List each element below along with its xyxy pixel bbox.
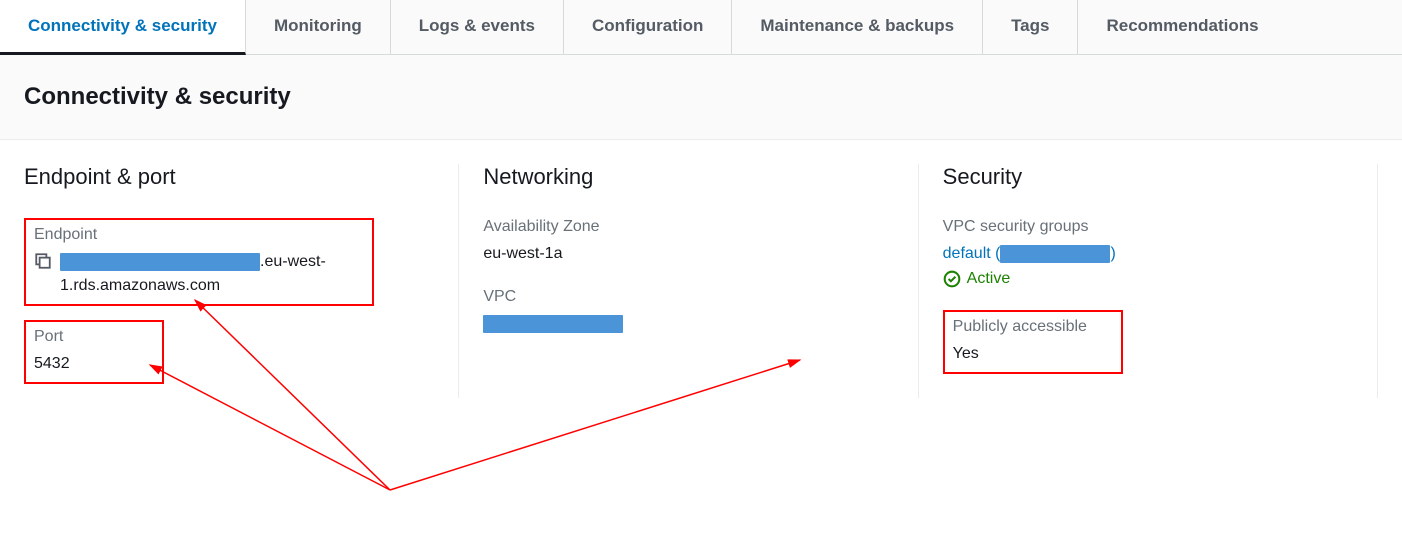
label-publicly-accessible: Publicly accessible xyxy=(953,318,1113,336)
tab-connectivity-security[interactable]: Connectivity & security xyxy=(0,0,246,55)
page-title: Connectivity & security xyxy=(24,83,1378,111)
endpoint-text: .eu-west-1.rds.amazonaws.com xyxy=(60,250,364,298)
column-security: Security VPC security groups default () … xyxy=(919,164,1378,398)
security-group-link[interactable]: default () xyxy=(943,245,1116,262)
label-az: Availability Zone xyxy=(483,218,893,236)
tab-tags[interactable]: Tags xyxy=(983,0,1078,54)
value-endpoint: .eu-west-1.rds.amazonaws.com xyxy=(34,250,364,298)
tab-bar: Connectivity & security Monitoring Logs … xyxy=(0,0,1402,55)
value-vpc xyxy=(483,312,893,336)
highlight-publicly-accessible: Publicly accessible Yes xyxy=(943,310,1123,374)
redacted-sg-id xyxy=(1000,245,1110,263)
value-publicly-accessible: Yes xyxy=(953,342,1113,366)
label-security-groups: VPC security groups xyxy=(943,218,1353,236)
tab-configuration[interactable]: Configuration xyxy=(564,0,732,54)
value-port: 5432 xyxy=(34,352,154,376)
security-group-status: Active xyxy=(943,270,1353,288)
highlight-port: Port 5432 xyxy=(24,320,164,384)
highlight-endpoint: Endpoint .eu-west-1.rds.amazonaws.com xyxy=(24,218,374,306)
tab-monitoring[interactable]: Monitoring xyxy=(246,0,391,54)
heading-networking: Networking xyxy=(483,164,893,190)
page-title-bar: Connectivity & security xyxy=(0,55,1402,140)
details-columns: Endpoint & port Endpoint .eu-west-1.rds.… xyxy=(0,140,1402,422)
tab-maintenance-backups[interactable]: Maintenance & backups xyxy=(732,0,983,54)
status-active: Active xyxy=(967,270,1011,288)
label-vpc: VPC xyxy=(483,288,893,306)
column-endpoint-port: Endpoint & port Endpoint .eu-west-1.rds.… xyxy=(24,164,459,398)
copy-icon[interactable] xyxy=(34,252,52,270)
column-networking: Networking Availability Zone eu-west-1a … xyxy=(459,164,918,398)
tab-recommendations[interactable]: Recommendations xyxy=(1078,0,1286,54)
redacted-vpc xyxy=(483,315,623,333)
heading-security: Security xyxy=(943,164,1353,190)
label-endpoint: Endpoint xyxy=(34,226,364,244)
check-circle-icon xyxy=(943,270,961,288)
value-security-groups: default () xyxy=(943,242,1353,266)
heading-endpoint-port: Endpoint & port xyxy=(24,164,434,190)
value-az: eu-west-1a xyxy=(483,242,893,266)
redacted-endpoint-prefix xyxy=(60,253,260,271)
label-port: Port xyxy=(34,328,154,346)
tab-logs-events[interactable]: Logs & events xyxy=(391,0,564,54)
